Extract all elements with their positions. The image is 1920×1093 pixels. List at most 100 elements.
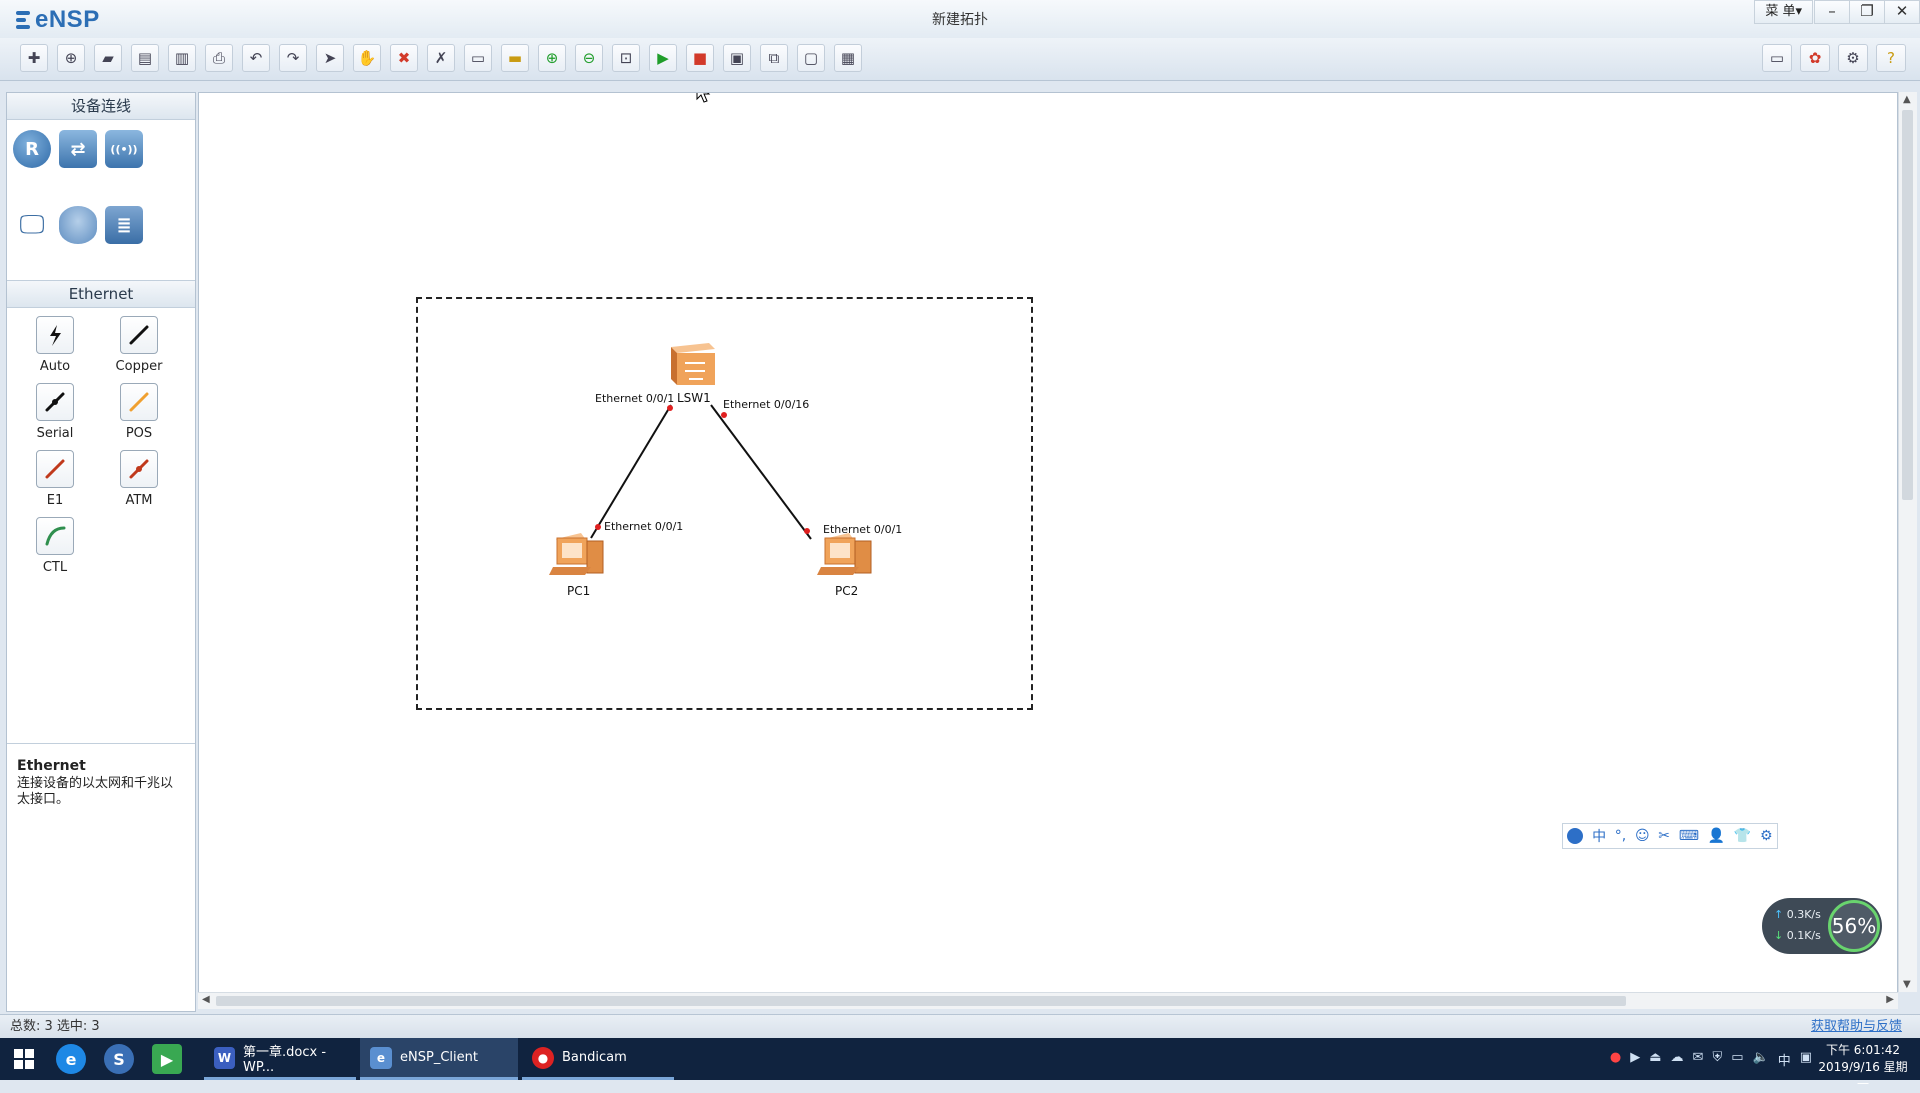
task-ensp[interactable]: e eNSP_Client [360,1038,518,1080]
upload-speed: 0.3K/s [1774,908,1821,921]
firewall-icon[interactable]: ▦ [151,130,189,168]
sogou-icon[interactable]: S [104,1044,134,1074]
pointer-icon[interactable]: ➤ [316,44,344,72]
net-speed-widget[interactable]: 0.3K/s 0.1K/s 56% [1762,898,1882,954]
serial-cable-icon [36,383,74,421]
palette-icon[interactable]: ▬ [501,44,529,72]
ime-item[interactable]: ✂ [1658,828,1670,844]
ime-item[interactable]: °, [1615,828,1626,844]
volume-tray-icon[interactable]: 🔈 [1753,1050,1769,1069]
horizontal-scroll-thumb[interactable] [216,996,1626,1006]
capture-icon[interactable]: ▣ [723,44,751,72]
cable-item-serial[interactable]: Serial [13,383,97,444]
chat-icon[interactable]: ▭ [1762,44,1792,72]
wlan-icon[interactable]: ((•)) [105,130,143,168]
help-feedback-link[interactable]: 获取帮助与反馈 [1811,1015,1902,1039]
screenshot-icon[interactable]: ▦ [834,44,862,72]
link-lsw1-pc1[interactable] [590,404,672,539]
layout-icon[interactable]: ▢ [797,44,825,72]
horizontal-scrollbar[interactable]: ◀ ▶ [198,992,1898,1009]
network-tray-icon[interactable]: ▭ [1731,1050,1743,1069]
print-icon[interactable]: ⎙ [205,44,233,72]
delete-icon[interactable]: ✖ [390,44,418,72]
cable-item-e1[interactable]: E1 [13,450,97,511]
server-icon[interactable]: ≣ [105,206,143,244]
ie-browser-icon[interactable]: e [56,1044,86,1074]
fit-icon[interactable]: ⊡ [612,44,640,72]
node-pc2[interactable]: PC2 [817,533,872,598]
ime-item[interactable]: ☺ [1635,828,1650,844]
minimize-icon[interactable]: – [1814,0,1850,24]
link-lsw1-pc2[interactable] [710,404,812,540]
ensp-logo-icon [14,9,32,31]
cable-item-copper[interactable]: Copper [97,316,181,377]
cloud-icon[interactable] [59,206,97,244]
clock-time: 下午 6:01:42 [1825,1043,1901,1057]
cloud-tray-icon[interactable]: ☁ [1671,1050,1684,1069]
scroll-down-icon[interactable]: ▼ [1903,979,1911,990]
restore-icon[interactable]: ❐ [1849,0,1885,24]
cable-item-auto[interactable]: Auto [13,316,97,377]
menu-button[interactable]: 菜 单▾ [1754,0,1813,24]
vertical-scrollbar[interactable]: ▲ ▼ [1898,92,1917,992]
vertical-scroll-thumb[interactable] [1902,110,1913,500]
help-icon[interactable]: ? [1876,44,1906,72]
ime-item[interactable]: 👤 [1708,828,1725,844]
cable-item-ctl[interactable]: CTL [13,517,97,578]
device-grid: R ⇄ ((•)) ▦ 🖵 ≣ ⚡ [7,120,195,280]
save-as-icon[interactable]: ▥ [168,44,196,72]
cable-label: ATM [125,493,153,508]
record-tray-icon[interactable]: ● [1610,1050,1621,1069]
notification-icon[interactable]: ▣ [1800,1050,1812,1069]
scroll-right-icon[interactable]: ▶ [1886,994,1894,1005]
hand-icon[interactable]: ✋ [353,44,381,72]
ime-item[interactable]: 👕 [1734,828,1751,844]
media-player-icon[interactable]: ▶ [152,1044,182,1074]
close-icon[interactable]: ✕ [1884,0,1920,24]
stop-icon[interactable]: ■ [686,44,714,72]
save-icon[interactable]: ▤ [131,44,159,72]
atm-cable-icon [120,450,158,488]
ime-logo-icon[interactable] [1567,828,1584,844]
ime-item[interactable]: ⚙ [1760,828,1773,844]
node-pc1[interactable]: PC1 [549,533,604,598]
redo-icon[interactable]: ↷ [279,44,307,72]
topology-canvas[interactable]: Ethernet 0/0/1 Ethernet 0/0/16 Ethernet … [198,92,1898,994]
ime-item[interactable]: 中 [1592,826,1606,846]
undo-icon[interactable]: ↶ [242,44,270,72]
pc-icon[interactable]: 🖵 [13,206,51,244]
connection-icon[interactable]: ⚡ [151,206,189,244]
usb-tray-icon[interactable]: ⏏ [1649,1050,1661,1069]
media-tray-icon[interactable]: ▶ [1630,1050,1640,1069]
gear-icon[interactable]: ⚙ [1838,44,1868,72]
task-wps[interactable]: W 第一章.docx - WP... [204,1038,356,1080]
node-lsw1[interactable]: LSW1 [671,343,715,405]
ime-item[interactable]: ⌨ [1679,828,1699,844]
huawei-logo-icon[interactable]: ✿ [1800,44,1830,72]
auto-cable-icon [36,316,74,354]
cable-item-atm[interactable]: ATM [97,450,181,511]
scroll-left-icon[interactable]: ◀ [202,994,210,1005]
task-bandicam[interactable]: ● Bandicam [522,1038,674,1080]
switch-icon[interactable]: ⇄ [59,130,97,168]
new-file-icon[interactable]: ✚ [20,44,48,72]
taskbar-clock[interactable]: 下午 6:01:42 2019/9/16 星期一 [1816,1042,1910,1093]
ime-indicator[interactable]: 中 [1778,1050,1791,1069]
play-icon[interactable]: ▶ [649,44,677,72]
zoom-in-icon[interactable]: ⊕ [538,44,566,72]
open-folder-icon[interactable]: ▰ [94,44,122,72]
shield-tray-icon[interactable]: ⛨ [1712,1050,1722,1069]
new-lab-icon[interactable]: ⊕ [57,44,85,72]
zoom-out-icon[interactable]: ⊖ [575,44,603,72]
topology-icon[interactable]: ⧉ [760,44,788,72]
scroll-up-icon[interactable]: ▲ [1903,94,1911,105]
router-icon[interactable]: R [13,130,51,168]
windows-start-icon[interactable] [0,1038,48,1080]
delete-link-icon[interactable]: ✗ [427,44,455,72]
cable-label: E1 [46,493,64,508]
ensp-icon: e [370,1046,392,1069]
node-label-pc2: PC2 [835,584,858,598]
chat-tray-icon[interactable]: ✉ [1693,1050,1704,1069]
cable-item-pos[interactable]: POS [97,383,181,444]
text-icon[interactable]: ▭ [464,44,492,72]
